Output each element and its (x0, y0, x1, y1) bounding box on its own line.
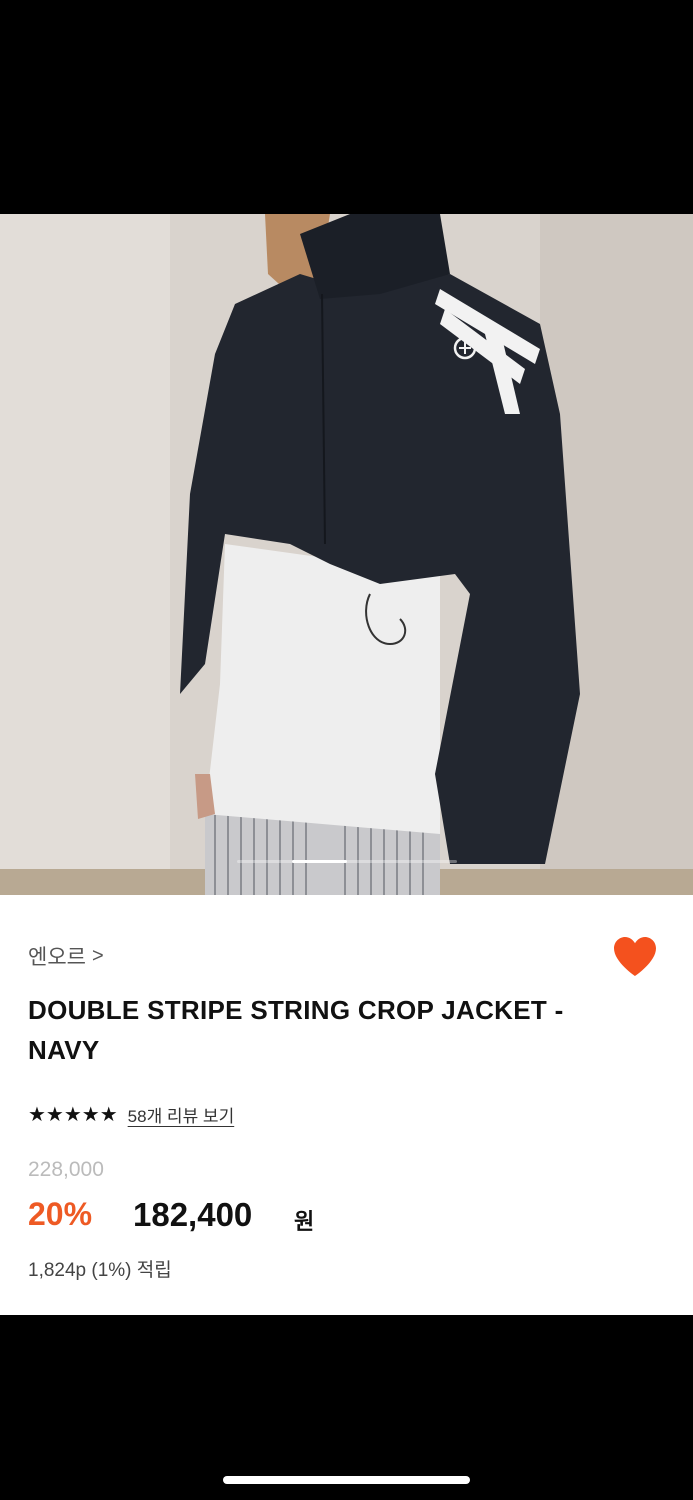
rating-row: ★★★★★ 58개 리뷰 보기 (28, 1102, 234, 1127)
sale-price: 182,400 (133, 1196, 253, 1233)
reward-points: 1,824p (1%) 적립 (28, 1260, 172, 1281)
brand-name: 엔오르 (28, 946, 86, 969)
reviews-link[interactable]: 58개 리뷰 보기 (128, 1102, 235, 1127)
heart-icon[interactable] (611, 933, 659, 979)
discount-rate: 20% (28, 1196, 93, 1232)
home-indicator[interactable] (223, 1476, 470, 1484)
product-image[interactable] (0, 214, 693, 895)
carousel-indicator (237, 860, 457, 863)
original-price: 228,000 (28, 1158, 104, 1181)
currency-unit: 원 (294, 1209, 315, 1234)
product-title: DOUBLE STRIPE STRING CROP JACKET - NAVY (28, 995, 564, 1065)
top-black-bar (0, 0, 693, 214)
rating-stars: ★★★★★ (28, 1104, 118, 1126)
chevron-right-icon: > (91, 944, 104, 967)
brand-link[interactable]: 엔오르 > (28, 941, 104, 971)
carousel-indicator-active (292, 860, 347, 863)
